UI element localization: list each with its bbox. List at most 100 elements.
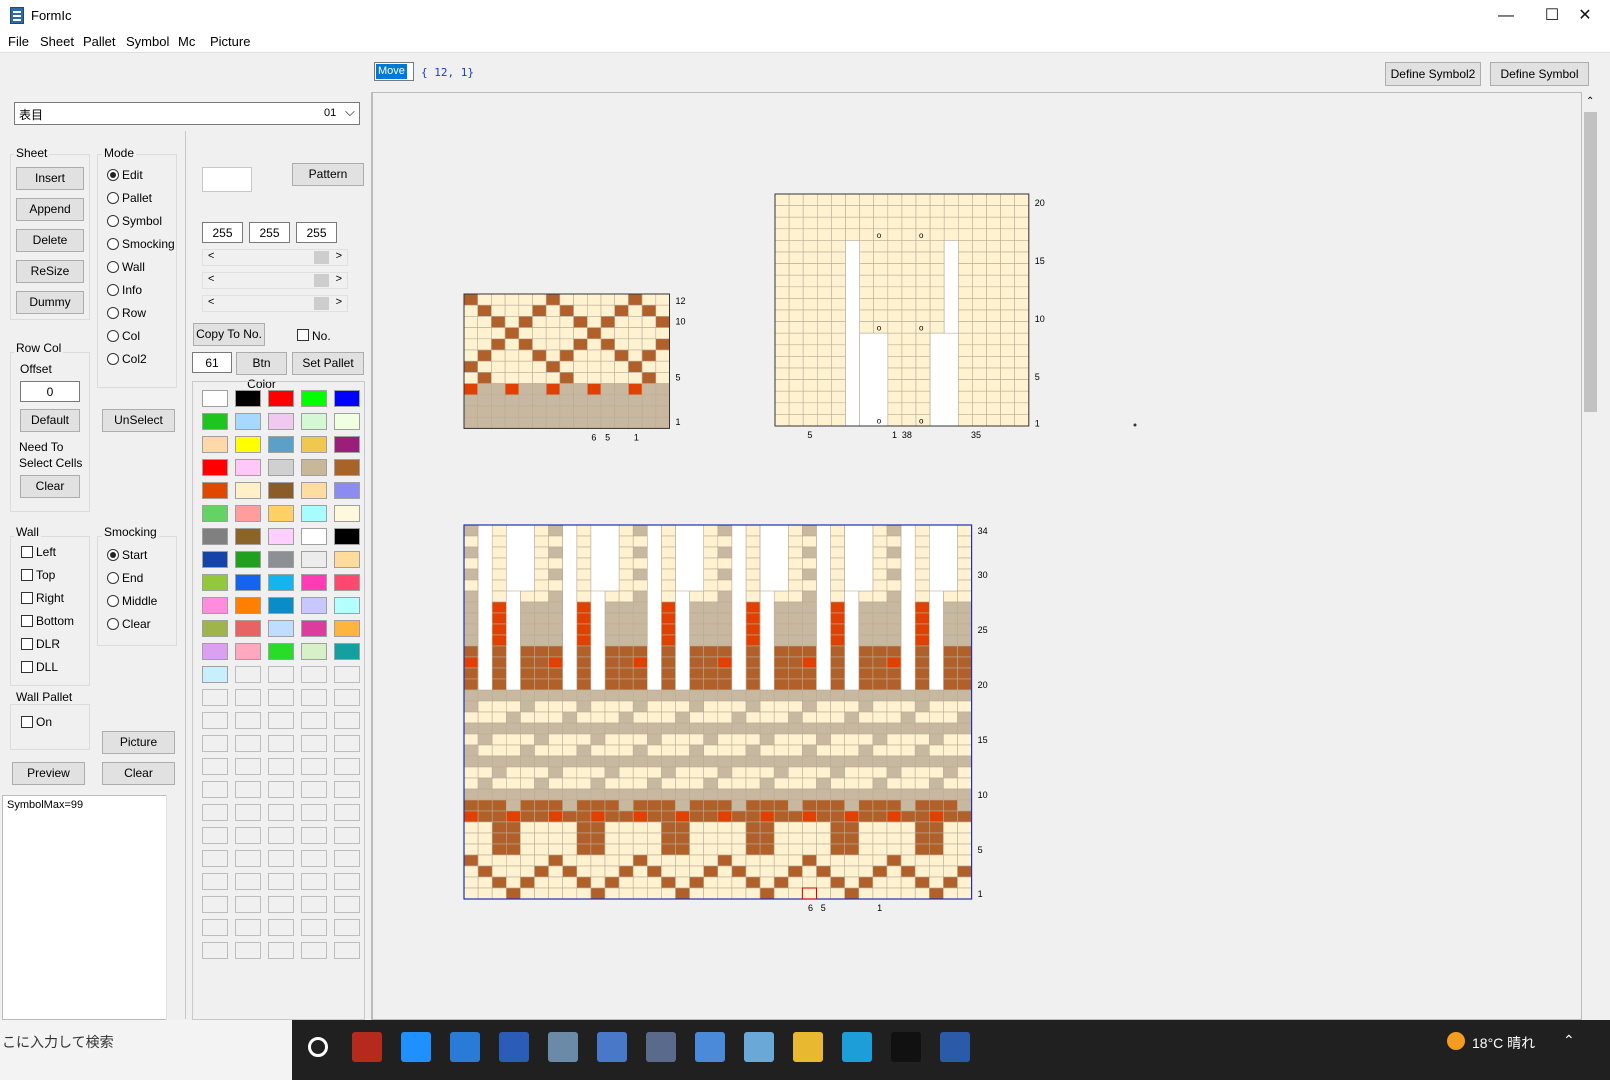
pallet-swatch[interactable] xyxy=(268,551,294,568)
pallet-swatch[interactable] xyxy=(268,574,294,591)
pallet-swatch[interactable] xyxy=(235,505,261,522)
pallet-swatch[interactable] xyxy=(235,620,261,637)
menu-sheet[interactable]: Sheet xyxy=(40,34,74,49)
menu-mc[interactable]: Mc xyxy=(178,34,195,49)
mode-smocking-radio[interactable] xyxy=(107,238,119,250)
pallet-swatch[interactable] xyxy=(334,551,360,568)
chevron-right-icon[interactable]: > xyxy=(336,250,342,262)
file-explorer-icon[interactable] xyxy=(793,1032,823,1062)
pallet-swatch[interactable] xyxy=(334,459,360,476)
pallet-swatch[interactable] xyxy=(268,758,294,775)
no-checkbox[interactable] xyxy=(297,329,309,341)
wall-right-checkbox[interactable] xyxy=(21,592,33,604)
pallet-swatch[interactable] xyxy=(268,390,294,407)
preview-button[interactable]: Preview xyxy=(12,762,85,785)
pallet-swatch[interactable] xyxy=(235,942,261,959)
pallet-swatch[interactable] xyxy=(268,643,294,660)
pallet-swatch[interactable] xyxy=(301,758,327,775)
pallet-swatch[interactable] xyxy=(268,482,294,499)
chevron-right-icon[interactable]: > xyxy=(336,296,342,308)
pallet-swatch[interactable] xyxy=(235,689,261,706)
wall-left-checkbox[interactable] xyxy=(21,546,33,558)
pallet-swatch[interactable] xyxy=(268,781,294,798)
pallet-swatch[interactable] xyxy=(235,643,261,660)
pallet-swatch[interactable] xyxy=(301,827,327,844)
pallet-swatch[interactable] xyxy=(268,597,294,614)
pallet-swatch[interactable] xyxy=(301,942,327,959)
terminal-icon[interactable] xyxy=(891,1032,921,1062)
pallet-swatch[interactable] xyxy=(268,896,294,913)
pallet-swatch[interactable] xyxy=(268,804,294,821)
pallet-swatch[interactable] xyxy=(334,390,360,407)
pallet-swatch[interactable] xyxy=(235,528,261,545)
pallet-swatch[interactable] xyxy=(202,620,228,637)
pallet-swatch[interactable] xyxy=(235,804,261,821)
calculator-icon[interactable] xyxy=(646,1032,676,1062)
pallet-swatch[interactable] xyxy=(301,459,327,476)
paint-icon[interactable] xyxy=(695,1032,725,1062)
pallet-swatch[interactable] xyxy=(334,919,360,936)
pallet-swatch[interactable] xyxy=(334,804,360,821)
pallet-swatch[interactable] xyxy=(334,620,360,637)
pallet-swatch[interactable] xyxy=(202,459,228,476)
green-value-input[interactable]: 255 xyxy=(249,222,290,243)
pallet-swatch[interactable] xyxy=(235,436,261,453)
pallet-swatch[interactable] xyxy=(334,735,360,752)
pallet-swatch[interactable] xyxy=(301,850,327,867)
pallet-swatch[interactable] xyxy=(268,505,294,522)
smocking-clear-radio[interactable] xyxy=(107,618,119,630)
pallet-swatch[interactable] xyxy=(235,758,261,775)
btn-color-button[interactable]: Btn Color xyxy=(236,352,287,391)
pallet-swatch[interactable] xyxy=(235,574,261,591)
devices-app-icon[interactable] xyxy=(597,1032,627,1062)
pdf-app-icon[interactable] xyxy=(352,1032,382,1062)
smocking-start-radio[interactable] xyxy=(107,549,119,561)
pallet-swatch[interactable] xyxy=(268,459,294,476)
pallet-swatch[interactable] xyxy=(301,436,327,453)
pallet-swatch[interactable] xyxy=(334,505,360,522)
resize-button[interactable]: ReSize xyxy=(16,260,84,283)
pallet-swatch[interactable] xyxy=(235,919,261,936)
pallet-swatch[interactable] xyxy=(235,873,261,890)
pallet-swatch[interactable] xyxy=(202,574,228,591)
mail-icon[interactable] xyxy=(401,1032,431,1062)
pallet-index-input[interactable]: 61 xyxy=(192,352,232,373)
chevron-right-icon[interactable]: > xyxy=(336,273,342,285)
pallet-swatch[interactable] xyxy=(268,528,294,545)
rowcol-clear-button[interactable]: Clear xyxy=(20,475,80,498)
canvas-scroll-thumb[interactable] xyxy=(1584,112,1597,412)
pallet-swatch[interactable] xyxy=(202,505,228,522)
pallet-swatch[interactable] xyxy=(202,804,228,821)
append-button[interactable]: Append xyxy=(16,198,84,221)
tray-chevron-icon[interactable]: ⌃ xyxy=(1563,1032,1575,1049)
pattern-button[interactable]: Pattern xyxy=(292,163,364,186)
pallet-swatch[interactable] xyxy=(301,390,327,407)
pallet-swatch[interactable] xyxy=(301,781,327,798)
menu-symbol[interactable]: Symbol xyxy=(126,34,169,49)
pallet-swatch[interactable] xyxy=(202,919,228,936)
pallet-swatch[interactable] xyxy=(301,712,327,729)
photos-app-icon[interactable] xyxy=(548,1032,578,1062)
insert-button[interactable]: Insert xyxy=(16,167,84,190)
pallet-swatch[interactable] xyxy=(334,827,360,844)
pallet-swatch[interactable] xyxy=(235,666,261,683)
pallet-swatch[interactable] xyxy=(202,827,228,844)
mode-info-radio[interactable] xyxy=(107,284,119,296)
menu-file[interactable]: File xyxy=(8,34,29,49)
pallet-swatch[interactable] xyxy=(268,413,294,430)
pallet-swatch[interactable] xyxy=(334,528,360,545)
copy-to-no-button[interactable]: Copy To No. xyxy=(193,323,265,346)
pallet-swatch[interactable] xyxy=(334,413,360,430)
red-value-input[interactable]: 255 xyxy=(202,222,243,243)
scroll-up-arrow-icon[interactable]: ⌃ xyxy=(1586,96,1594,107)
wall-dlr-checkbox[interactable] xyxy=(21,638,33,650)
pallet-swatch[interactable] xyxy=(334,896,360,913)
menu-pallet[interactable]: Pallet xyxy=(83,34,116,49)
pallet-swatch[interactable] xyxy=(301,551,327,568)
chevron-left-icon[interactable]: < xyxy=(208,296,214,308)
pallet-swatch[interactable] xyxy=(334,712,360,729)
pallet-swatch[interactable] xyxy=(202,390,228,407)
pallet-swatch[interactable] xyxy=(235,482,261,499)
notepad-icon[interactable] xyxy=(744,1032,774,1062)
delete-button[interactable]: Delete xyxy=(16,229,84,252)
